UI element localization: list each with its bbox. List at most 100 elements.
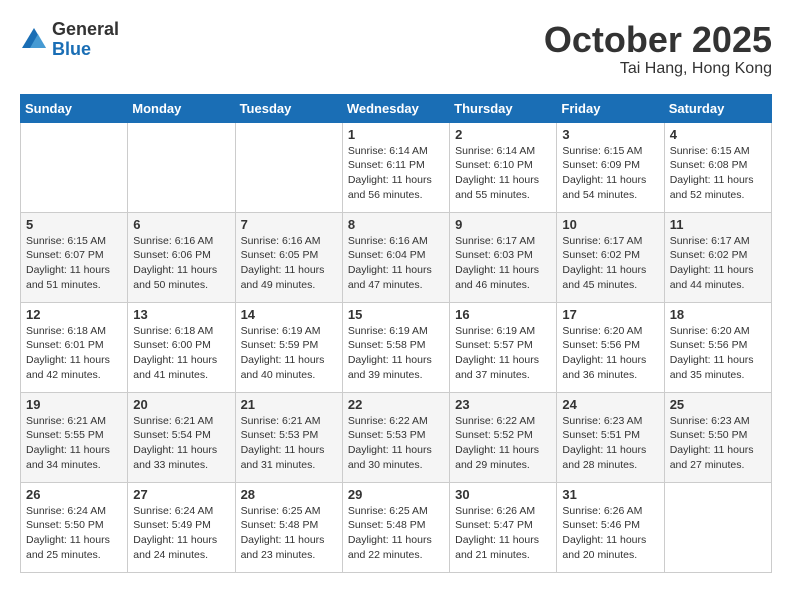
cell-content: Sunrise: 6:17 AM Sunset: 6:02 PM Dayligh… bbox=[562, 234, 658, 293]
calendar-cell: 6Sunrise: 6:16 AM Sunset: 6:06 PM Daylig… bbox=[128, 212, 235, 302]
cell-content: Sunrise: 6:20 AM Sunset: 5:56 PM Dayligh… bbox=[670, 324, 766, 383]
cell-content: Sunrise: 6:19 AM Sunset: 5:57 PM Dayligh… bbox=[455, 324, 551, 383]
cell-content: Sunrise: 6:17 AM Sunset: 6:03 PM Dayligh… bbox=[455, 234, 551, 293]
week-row-5: 26Sunrise: 6:24 AM Sunset: 5:50 PM Dayli… bbox=[21, 482, 772, 572]
day-number: 19 bbox=[26, 397, 122, 412]
day-number: 23 bbox=[455, 397, 551, 412]
logo-icon bbox=[20, 26, 48, 54]
day-header-thursday: Thursday bbox=[450, 94, 557, 122]
day-number: 5 bbox=[26, 217, 122, 232]
cell-content: Sunrise: 6:19 AM Sunset: 5:58 PM Dayligh… bbox=[348, 324, 444, 383]
day-number: 2 bbox=[455, 127, 551, 142]
day-number: 1 bbox=[348, 127, 444, 142]
day-header-tuesday: Tuesday bbox=[235, 94, 342, 122]
calendar-cell: 14Sunrise: 6:19 AM Sunset: 5:59 PM Dayli… bbox=[235, 302, 342, 392]
cell-content: Sunrise: 6:22 AM Sunset: 5:53 PM Dayligh… bbox=[348, 414, 444, 473]
calendar-cell: 7 Sunrise: 6:16 AM Sunset: 6:05 PM Daylig… bbox=[235, 212, 342, 302]
cell-content: Sunrise: 6:16 AM Sunset: 6:06 PM Dayligh… bbox=[133, 234, 229, 293]
calendar-cell: 29 Sunrise: 6:25 AM Sunset: 5:48 PM Dayli… bbox=[342, 482, 449, 572]
cell-content: Sunrise: 6:23 AM Sunset: 5:51 PM Dayligh… bbox=[562, 414, 658, 473]
cell-content: Sunrise: 6:16 AM Sunset: 6:05 PM Dayligh… bbox=[241, 234, 337, 293]
cell-content: Sunrise: 6:21 AM Sunset: 5:53 PM Dayligh… bbox=[241, 414, 337, 473]
day-number: 20 bbox=[133, 397, 229, 412]
calendar-cell bbox=[128, 122, 235, 212]
month-title: October 2025 bbox=[544, 20, 772, 60]
calendar-cell: 1Sunrise: 6:14 AM Sunset: 6:11 PM Daylig… bbox=[342, 122, 449, 212]
day-number: 13 bbox=[133, 307, 229, 322]
header-row: SundayMondayTuesdayWednesdayThursdayFrid… bbox=[21, 94, 772, 122]
calendar-cell: 8 Sunrise: 6:16 AM Sunset: 6:04 PM Daylig… bbox=[342, 212, 449, 302]
week-row-4: 19 Sunrise: 6:21 AM Sunset: 5:55 PM Dayli… bbox=[21, 392, 772, 482]
location-title: Tai Hang, Hong Kong bbox=[544, 60, 772, 78]
calendar-cell: 2 Sunrise: 6:14 AM Sunset: 6:10 PM Daylig… bbox=[450, 122, 557, 212]
calendar-cell: 21 Sunrise: 6:21 AM Sunset: 5:53 PM Dayli… bbox=[235, 392, 342, 482]
calendar-cell: 12 Sunrise: 6:18 AM Sunset: 6:01 PM Dayli… bbox=[21, 302, 128, 392]
day-number: 18 bbox=[670, 307, 766, 322]
day-number: 28 bbox=[241, 487, 337, 502]
cell-content: Sunrise: 6:15 AM Sunset: 6:09 PM Dayligh… bbox=[562, 144, 658, 203]
cell-content: Sunrise: 6:21 AM Sunset: 5:54 PM Dayligh… bbox=[133, 414, 229, 473]
day-number: 31 bbox=[562, 487, 658, 502]
day-number: 24 bbox=[562, 397, 658, 412]
day-number: 11 bbox=[670, 217, 766, 232]
cell-content: Sunrise: 6:21 AM Sunset: 5:55 PM Dayligh… bbox=[26, 414, 122, 473]
calendar-cell: 25 Sunrise: 6:23 AM Sunset: 5:50 PM Dayli… bbox=[664, 392, 771, 482]
calendar-table: SundayMondayTuesdayWednesdayThursdayFrid… bbox=[20, 94, 772, 573]
day-header-monday: Monday bbox=[128, 94, 235, 122]
logo-general: General bbox=[52, 20, 119, 40]
calendar-cell: 9 Sunrise: 6:17 AM Sunset: 6:03 PM Daylig… bbox=[450, 212, 557, 302]
cell-content: Sunrise: 6:18 AM Sunset: 6:00 PM Dayligh… bbox=[133, 324, 229, 383]
day-header-saturday: Saturday bbox=[664, 94, 771, 122]
calendar-cell: 18 Sunrise: 6:20 AM Sunset: 5:56 PM Dayli… bbox=[664, 302, 771, 392]
calendar-cell: 28 Sunrise: 6:25 AM Sunset: 5:48 PM Dayli… bbox=[235, 482, 342, 572]
day-header-wednesday: Wednesday bbox=[342, 94, 449, 122]
calendar-cell: 10Sunrise: 6:17 AM Sunset: 6:02 PM Dayli… bbox=[557, 212, 664, 302]
day-number: 21 bbox=[241, 397, 337, 412]
cell-content: Sunrise: 6:14 AM Sunset: 6:10 PM Dayligh… bbox=[455, 144, 551, 203]
calendar-cell: 31 Sunrise: 6:26 AM Sunset: 5:46 PM Dayli… bbox=[557, 482, 664, 572]
day-number: 29 bbox=[348, 487, 444, 502]
day-number: 22 bbox=[348, 397, 444, 412]
calendar-cell: 24 Sunrise: 6:23 AM Sunset: 5:51 PM Dayli… bbox=[557, 392, 664, 482]
calendar-cell: 4 Sunrise: 6:15 AM Sunset: 6:08 PM Daylig… bbox=[664, 122, 771, 212]
cell-content: Sunrise: 6:16 AM Sunset: 6:04 PM Dayligh… bbox=[348, 234, 444, 293]
calendar-cell: 3 Sunrise: 6:15 AM Sunset: 6:09 PM Daylig… bbox=[557, 122, 664, 212]
day-header-friday: Friday bbox=[557, 94, 664, 122]
calendar-cell: 23 Sunrise: 6:22 AM Sunset: 5:52 PM Dayli… bbox=[450, 392, 557, 482]
calendar-cell: 11 Sunrise: 6:17 AM Sunset: 6:02 PM Dayli… bbox=[664, 212, 771, 302]
day-number: 4 bbox=[670, 127, 766, 142]
cell-content: Sunrise: 6:15 AM Sunset: 6:08 PM Dayligh… bbox=[670, 144, 766, 203]
calendar-cell bbox=[235, 122, 342, 212]
cell-content: Sunrise: 6:23 AM Sunset: 5:50 PM Dayligh… bbox=[670, 414, 766, 473]
cell-content: Sunrise: 6:22 AM Sunset: 5:52 PM Dayligh… bbox=[455, 414, 551, 473]
day-number: 12 bbox=[26, 307, 122, 322]
calendar-cell: 20 Sunrise: 6:21 AM Sunset: 5:54 PM Dayli… bbox=[128, 392, 235, 482]
calendar-cell: 5 Sunrise: 6:15 AM Sunset: 6:07 PM Daylig… bbox=[21, 212, 128, 302]
cell-content: Sunrise: 6:25 AM Sunset: 5:48 PM Dayligh… bbox=[241, 504, 337, 563]
day-number: 8 bbox=[348, 217, 444, 232]
calendar-cell: 27 Sunrise: 6:24 AM Sunset: 5:49 PM Dayli… bbox=[128, 482, 235, 572]
cell-content: Sunrise: 6:17 AM Sunset: 6:02 PM Dayligh… bbox=[670, 234, 766, 293]
day-number: 25 bbox=[670, 397, 766, 412]
calendar-cell: 15Sunrise: 6:19 AM Sunset: 5:58 PM Dayli… bbox=[342, 302, 449, 392]
calendar-cell: 16Sunrise: 6:19 AM Sunset: 5:57 PM Dayli… bbox=[450, 302, 557, 392]
cell-content: Sunrise: 6:24 AM Sunset: 5:49 PM Dayligh… bbox=[133, 504, 229, 563]
calendar-cell: 22 Sunrise: 6:22 AM Sunset: 5:53 PM Dayli… bbox=[342, 392, 449, 482]
cell-content: Sunrise: 6:15 AM Sunset: 6:07 PM Dayligh… bbox=[26, 234, 122, 293]
day-number: 7 bbox=[241, 217, 337, 232]
cell-content: Sunrise: 6:18 AM Sunset: 6:01 PM Dayligh… bbox=[26, 324, 122, 383]
week-row-1: 1Sunrise: 6:14 AM Sunset: 6:11 PM Daylig… bbox=[21, 122, 772, 212]
cell-content: Sunrise: 6:25 AM Sunset: 5:48 PM Dayligh… bbox=[348, 504, 444, 563]
calendar-cell: 30Sunrise: 6:26 AM Sunset: 5:47 PM Dayli… bbox=[450, 482, 557, 572]
cell-content: Sunrise: 6:26 AM Sunset: 5:46 PM Dayligh… bbox=[562, 504, 658, 563]
calendar-cell: 26Sunrise: 6:24 AM Sunset: 5:50 PM Dayli… bbox=[21, 482, 128, 572]
calendar-cell bbox=[21, 122, 128, 212]
logo-text: General Blue bbox=[52, 20, 119, 60]
title-block: October 2025 Tai Hang, Hong Kong bbox=[544, 20, 772, 78]
day-number: 27 bbox=[133, 487, 229, 502]
day-number: 17 bbox=[562, 307, 658, 322]
cell-content: Sunrise: 6:20 AM Sunset: 5:56 PM Dayligh… bbox=[562, 324, 658, 383]
day-number: 9 bbox=[455, 217, 551, 232]
day-number: 3 bbox=[562, 127, 658, 142]
cell-content: Sunrise: 6:26 AM Sunset: 5:47 PM Dayligh… bbox=[455, 504, 551, 563]
